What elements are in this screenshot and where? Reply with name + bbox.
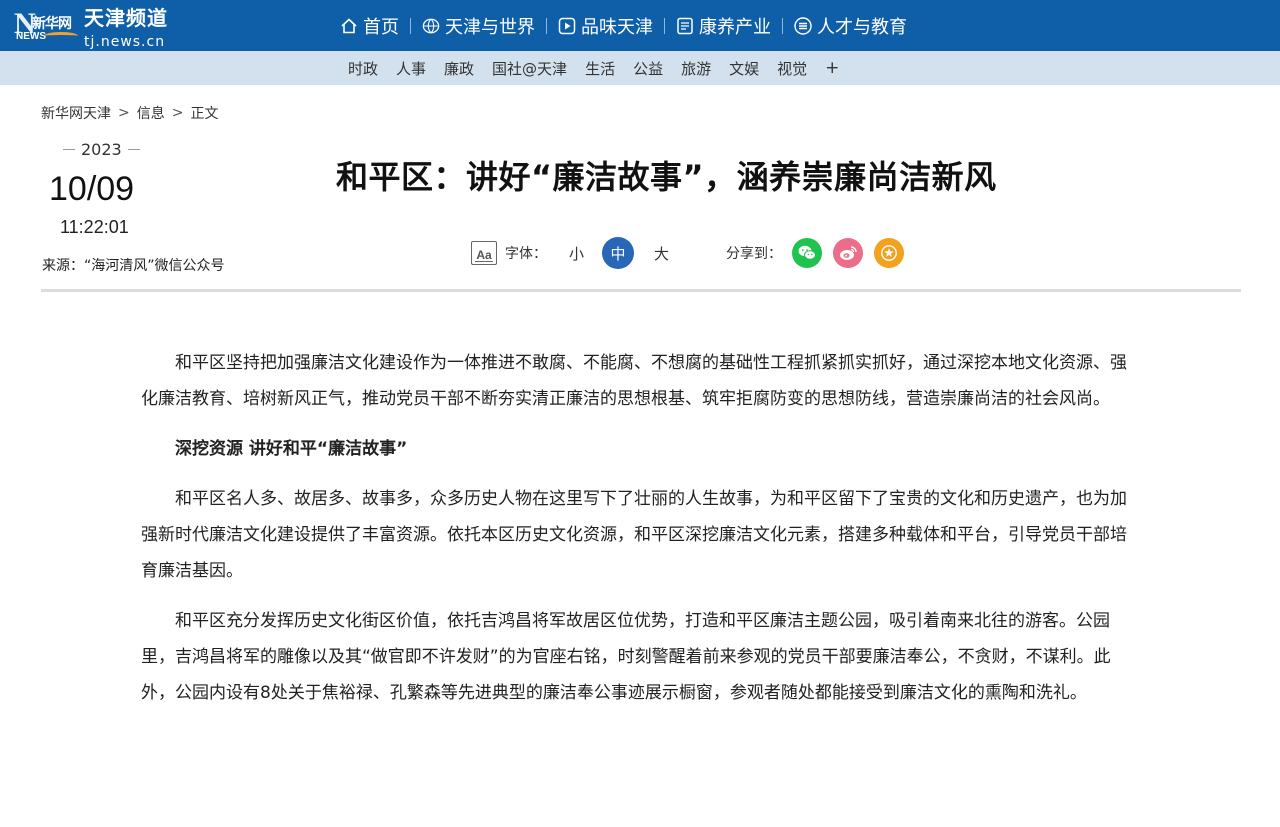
subnav-item-public-welfare[interactable]: 公益 bbox=[633, 58, 663, 79]
nav-item-tianjin-world[interactable]: 天津与世界 bbox=[422, 13, 535, 39]
subnav-item-personnel[interactable]: 人事 bbox=[396, 58, 426, 79]
publish-year-text: 2023 bbox=[81, 140, 122, 159]
main-nav: 首页 天津与世界 品味天津 康养产业 人才与教育 bbox=[340, 0, 907, 51]
share-favorite-button[interactable] bbox=[874, 238, 904, 268]
font-size-medium-button[interactable]: 中 bbox=[602, 237, 635, 269]
sub-nav: 时政 人事 廉政 国社@天津 生活 公益 旅游 文娱 视觉 + bbox=[348, 51, 857, 85]
sub-nav-bar: 时政 人事 廉政 国社@天津 生活 公益 旅游 文娱 视觉 + bbox=[0, 51, 1280, 85]
year-dash-right bbox=[127, 149, 140, 150]
home-icon bbox=[340, 17, 358, 35]
wechat-icon bbox=[798, 245, 816, 260]
share-weibo-button[interactable] bbox=[833, 238, 863, 268]
article-subheading: 深挖资源 讲好和平“廉洁故事” bbox=[175, 439, 408, 459]
play-icon bbox=[558, 17, 576, 35]
share-wechat-button[interactable] bbox=[792, 238, 822, 268]
font-size-icon: Aa bbox=[471, 241, 497, 265]
globe-icon bbox=[422, 17, 440, 35]
logo-badge-cn: 新华网 bbox=[32, 16, 72, 32]
document-icon bbox=[676, 17, 694, 35]
breadcrumb-item-current: 正文 bbox=[190, 106, 219, 122]
font-size-tools: Aa 字体： 小 中 大 bbox=[471, 236, 669, 270]
subnav-item-integrity[interactable]: 廉政 bbox=[444, 58, 474, 79]
year-dash-left bbox=[63, 149, 75, 150]
font-size-label: 字体： bbox=[505, 246, 547, 262]
font-size-small-button[interactable]: 小 bbox=[569, 243, 584, 264]
publish-time: 11:22:01 bbox=[60, 217, 129, 237]
article-title: 和平区：讲好“廉洁故事”，涵养崇廉尚洁新风 bbox=[336, 158, 997, 196]
header-divider bbox=[41, 289, 1241, 292]
nav-item-home[interactable]: 首页 bbox=[340, 13, 399, 39]
nav-item-health-industry[interactable]: 康养产业 bbox=[676, 13, 771, 39]
weibo-icon bbox=[840, 246, 857, 260]
publish-year: 2023 bbox=[57, 140, 146, 159]
article-paragraph: 和平区坚持把加强廉洁文化建设作为一体推进不敢腐、不能腐、不想腐的基础性工程抓紧抓… bbox=[141, 353, 1127, 409]
nav-divider bbox=[410, 17, 411, 34]
breadcrumb: 新华网天津 > 信息 > 正文 bbox=[41, 103, 218, 123]
article-body: 和平区坚持把加强廉洁文化建设作为一体推进不敢腐、不能腐、不想腐的基础性工程抓紧抓… bbox=[141, 345, 1143, 725]
article-source: 来源：“海河清风”微信公众号 bbox=[42, 258, 225, 274]
xinhua-logo-badge: N 新华网 NEWS bbox=[14, 7, 80, 45]
nav-item-label: 品味天津 bbox=[581, 16, 653, 38]
subnav-item-travel[interactable]: 旅游 bbox=[681, 58, 711, 79]
subnav-item-visual[interactable]: 视觉 bbox=[777, 58, 807, 79]
stack-icon bbox=[794, 16, 812, 35]
breadcrumb-separator: > bbox=[118, 105, 130, 121]
nav-item-label: 康养产业 bbox=[699, 16, 771, 38]
subnav-item-politics[interactable]: 时政 bbox=[348, 58, 378, 79]
subnav-more-button[interactable]: + bbox=[825, 58, 839, 78]
subnav-item-entertainment[interactable]: 文娱 bbox=[729, 58, 759, 79]
logo-swoosh bbox=[44, 32, 78, 40]
nav-item-talent-education[interactable]: 人才与教育 bbox=[794, 13, 907, 39]
subnav-item-xinhua-tianjin[interactable]: 国社@天津 bbox=[492, 58, 567, 79]
publish-month-day: 10/09 bbox=[49, 170, 135, 208]
breadcrumb-item-home[interactable]: 新华网天津 bbox=[41, 103, 111, 123]
breadcrumb-item-info[interactable]: 信息 bbox=[137, 103, 165, 123]
nav-item-taste-tianjin[interactable]: 品味天津 bbox=[558, 13, 653, 39]
article-paragraph: 和平区充分发挥历史文化街区价值，依托吉鸿昌将军故居区位优势，打造和平区廉洁主题公… bbox=[141, 611, 1111, 703]
nav-item-label: 天津与世界 bbox=[445, 16, 535, 38]
share-label: 分享到： bbox=[726, 246, 782, 262]
site-logo[interactable]: N 新华网 NEWS 天津频道 tj.news.cn bbox=[14, 6, 168, 50]
nav-divider bbox=[546, 17, 547, 34]
subnav-item-life[interactable]: 生活 bbox=[585, 58, 615, 79]
logo-site-en: tj.news.cn bbox=[84, 34, 166, 50]
top-header: N 新华网 NEWS 天津频道 tj.news.cn 首页 天津与世界 品味天津… bbox=[0, 0, 1280, 51]
logo-site-cn: 天津频道 bbox=[84, 6, 168, 30]
share-tools: 分享到： bbox=[726, 236, 915, 270]
nav-divider bbox=[664, 17, 665, 34]
nav-divider bbox=[782, 17, 783, 34]
nav-item-label: 人才与教育 bbox=[817, 16, 907, 38]
article-paragraph: 和平区名人多、故居多、故事多，众多历史人物在这里写下了壮丽的人生故事，为和平区留… bbox=[141, 489, 1127, 581]
nav-item-label: 首页 bbox=[363, 16, 399, 38]
star-icon bbox=[881, 245, 897, 261]
breadcrumb-separator: > bbox=[171, 105, 184, 121]
logo-text: 天津频道 tj.news.cn bbox=[84, 2, 168, 50]
logo-badge-en: NEWS bbox=[16, 31, 46, 42]
font-size-large-button[interactable]: 大 bbox=[654, 243, 669, 264]
